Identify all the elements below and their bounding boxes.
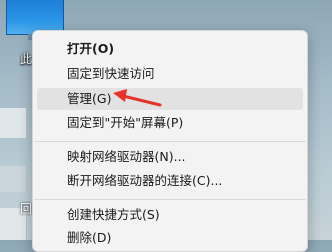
- menu-item-manage[interactable]: 管理(G): [37, 88, 303, 110]
- menu-item-pin-quick-access[interactable]: 固定到快速访问: [37, 63, 303, 85]
- desktop-icon-partial-2[interactable]: [0, 166, 27, 192]
- this-pc-label: 此: [20, 52, 33, 66]
- context-menu: 打开(O) 固定到快速访问 管理(G) 固定到"开始"屏幕(P) 映射网络驱动器…: [32, 30, 308, 252]
- menu-item-map-network-drive[interactable]: 映射网络驱动器(N)...: [37, 146, 303, 168]
- menu-item-delete[interactable]: 删除(D): [37, 227, 303, 249]
- menu-item-disconnect-network-drive[interactable]: 断开网络驱动器的连接(C)...: [37, 170, 303, 192]
- menu-separator: [34, 141, 306, 142]
- recycle-bin-label: 回: [20, 202, 33, 216]
- menu-item-create-shortcut[interactable]: 创建快捷方式(S): [37, 204, 303, 226]
- menu-separator: [34, 199, 306, 200]
- menu-item-pin-start[interactable]: 固定到"开始"屏幕(P): [37, 112, 303, 134]
- desktop-icon-partial-1[interactable]: [0, 108, 27, 138]
- menu-item-open[interactable]: 打开(O): [37, 38, 303, 60]
